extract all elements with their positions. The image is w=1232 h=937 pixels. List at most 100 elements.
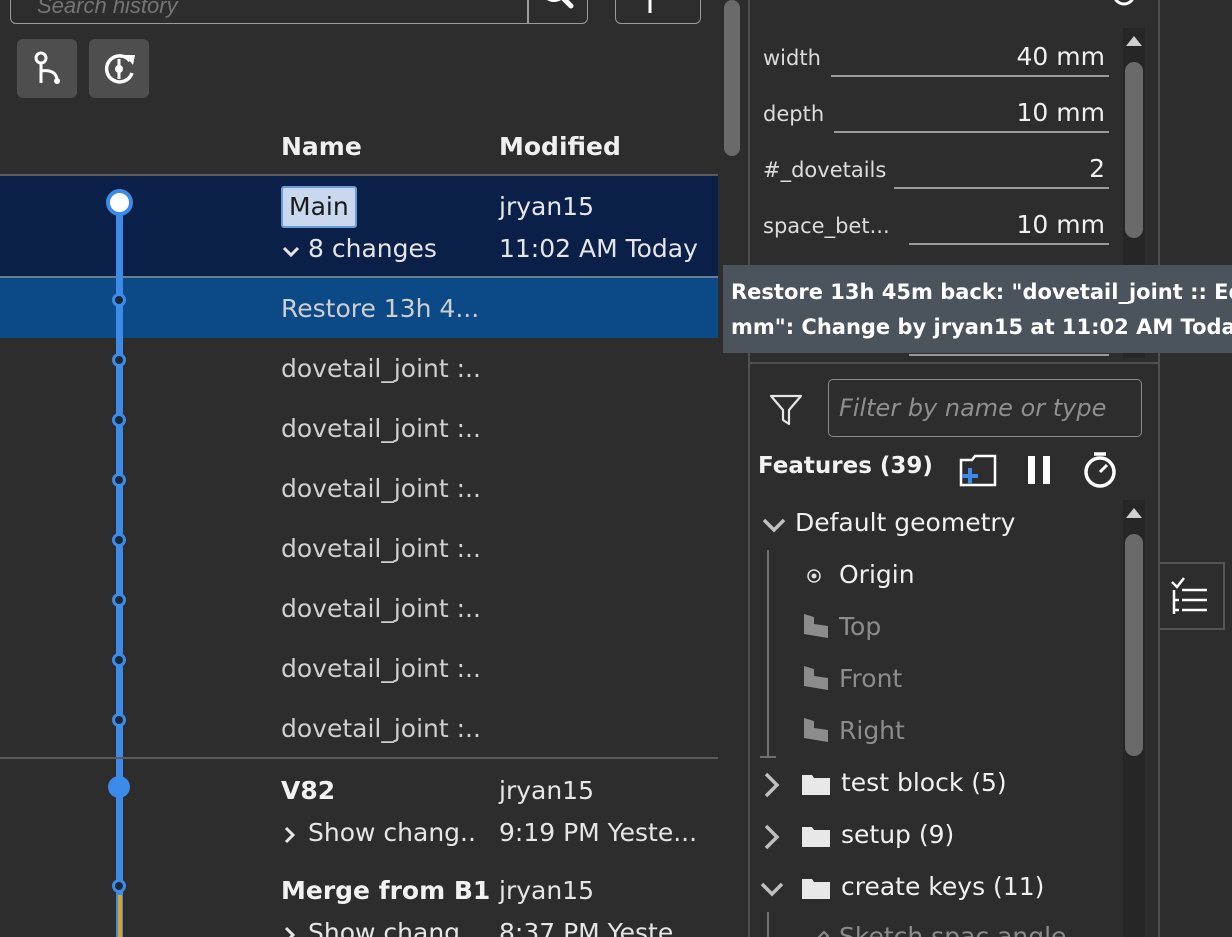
sketch-icon [817, 930, 830, 937]
param-label: depth [763, 102, 825, 126]
param-label: space_bet... [763, 214, 890, 238]
tree-item-origin[interactable]: Origin [839, 560, 915, 589]
expand-folder-toggle[interactable] [762, 824, 782, 854]
timeline-node [112, 653, 126, 667]
history-filter-button[interactable] [615, 0, 701, 24]
version-name[interactable]: V82 [281, 776, 335, 805]
feature-tree: Default geometry Origin Top Front Right … [748, 498, 1120, 937]
chevron-down-icon [282, 246, 300, 258]
tooltip-line: Restore 13h 45m back: "dovetail_joint ::… [731, 280, 1232, 304]
pause-icon[interactable] [1025, 454, 1055, 486]
history-entry-label[interactable]: dovetail_joint :... [281, 534, 481, 563]
plane-icon [804, 666, 828, 690]
tree-folder-label[interactable]: test block (5) [841, 768, 1007, 797]
timeline-node [112, 593, 126, 607]
version-name[interactable]: Merge from B1 [281, 876, 490, 905]
list-icon [1171, 577, 1207, 614]
show-changes-label: Show chang... [308, 918, 478, 937]
merge-branch-line [118, 895, 122, 937]
funnel-icon[interactable] [769, 393, 803, 427]
history-entry-label[interactable]: dovetail_joint :... [281, 474, 481, 503]
panel-divider [748, 362, 1160, 364]
modified-user: jryan15 [499, 192, 594, 221]
tree-guide-line [760, 756, 776, 758]
tree-guide-line [767, 912, 769, 937]
stopwatch-icon[interactable] [1081, 449, 1119, 489]
history-tooltip: Restore 13h 45m back: "dovetail_joint ::… [723, 265, 1232, 353]
folder-icon [802, 879, 830, 899]
show-changes-label: Show chang... [308, 818, 478, 847]
plane-icon [804, 614, 828, 638]
create-branch-button[interactable] [17, 39, 77, 98]
search-icon [547, 0, 574, 9]
scroll-up-icon[interactable] [1126, 36, 1142, 46]
expand-default-geometry[interactable] [762, 516, 786, 540]
chevron-down-icon [760, 882, 784, 897]
param-value-input[interactable]: 40 mm [831, 39, 1109, 77]
restore-version-button[interactable] [89, 39, 149, 98]
search-button[interactable] [533, 0, 583, 21]
version-node [108, 776, 130, 798]
features-title: Features (39) [758, 453, 933, 479]
history-entry-label[interactable]: dovetail_joint :... [281, 354, 481, 383]
tree-folder-label[interactable]: create keys (11) [841, 872, 1044, 901]
modified-user: jryan15 [499, 776, 594, 805]
main-branch-node [106, 189, 133, 216]
expand-folder-toggle[interactable] [762, 772, 782, 802]
chevron-right-icon [764, 824, 780, 850]
modified-time: 8:37 PM Yeste... [499, 918, 695, 937]
feature-filter-input[interactable]: Filter by name or type [828, 379, 1142, 437]
column-header-name[interactable]: Name [281, 132, 362, 161]
changes-count: 8 changes [308, 234, 437, 263]
timeline-node [112, 473, 126, 487]
timeline-node [112, 713, 126, 727]
filter-icon [648, 0, 652, 13]
timeline-node [112, 413, 126, 427]
param-label: width [763, 46, 821, 70]
timeline-node [112, 879, 126, 893]
history-scrollbar-thumb[interactable] [724, 0, 740, 156]
params-scrollbar-thumb[interactable] [1125, 62, 1143, 238]
column-header-modified[interactable]: Modified [499, 132, 621, 161]
expand-folder-toggle[interactable] [760, 880, 784, 904]
modified-user: jryan15 [499, 876, 594, 905]
timeline-line [116, 200, 123, 937]
folder-icon [802, 827, 830, 847]
timeline-node [112, 353, 126, 367]
tree-folder-label[interactable]: setup (9) [841, 820, 954, 849]
tree-item-sketch[interactable]: Sketch spac angle [839, 922, 1069, 937]
visibility-icon[interactable] [1108, 0, 1140, 14]
history-entry-label[interactable]: dovetail_joint :... [281, 654, 481, 683]
chevron-right-icon [284, 826, 296, 844]
feature-scrollbar-thumb[interactable] [1125, 534, 1143, 756]
param-value-input[interactable]: 10 mm [834, 95, 1109, 133]
chevron-right-icon [764, 772, 780, 798]
branch-icon [34, 51, 60, 84]
chevron-down-icon [762, 518, 786, 533]
tree-item-plane-right[interactable]: Right [839, 716, 905, 745]
tree-item-plane-top[interactable]: Top [839, 612, 881, 641]
modified-time: 9:19 PM Yeste... [499, 818, 695, 847]
new-folder-icon[interactable] [958, 452, 998, 488]
folder-icon [802, 775, 830, 795]
branch-tag-main[interactable]: Main [281, 186, 357, 228]
restore-icon [104, 53, 135, 84]
search-separator [527, 0, 529, 23]
search-history-input[interactable] [37, 0, 517, 19]
history-entry-label[interactable]: dovetail_joint :... [281, 414, 481, 443]
history-panel: Name Modified Main 8 changes jryan15 11:… [0, 0, 718, 937]
history-entry-label: Restore 13h 4... [281, 294, 480, 323]
tree-item-default-geometry[interactable]: Default geometry [795, 508, 1015, 537]
scroll-up-icon[interactable] [1126, 508, 1142, 518]
tree-guide-line [767, 550, 769, 756]
timeline-node [112, 533, 126, 547]
history-entry-label[interactable]: dovetail_joint :... [281, 714, 481, 743]
param-value-input[interactable]: 2 [894, 151, 1109, 189]
timeline-node [112, 293, 126, 307]
param-value-input[interactable]: 10 mm [909, 207, 1109, 245]
history-entry-label[interactable]: dovetail_joint :... [281, 594, 481, 623]
modified-time: 11:02 AM Today [499, 234, 698, 263]
tree-item-plane-front[interactable]: Front [839, 664, 902, 693]
feature-list-tab[interactable] [1160, 562, 1225, 630]
origin-icon [807, 569, 821, 583]
